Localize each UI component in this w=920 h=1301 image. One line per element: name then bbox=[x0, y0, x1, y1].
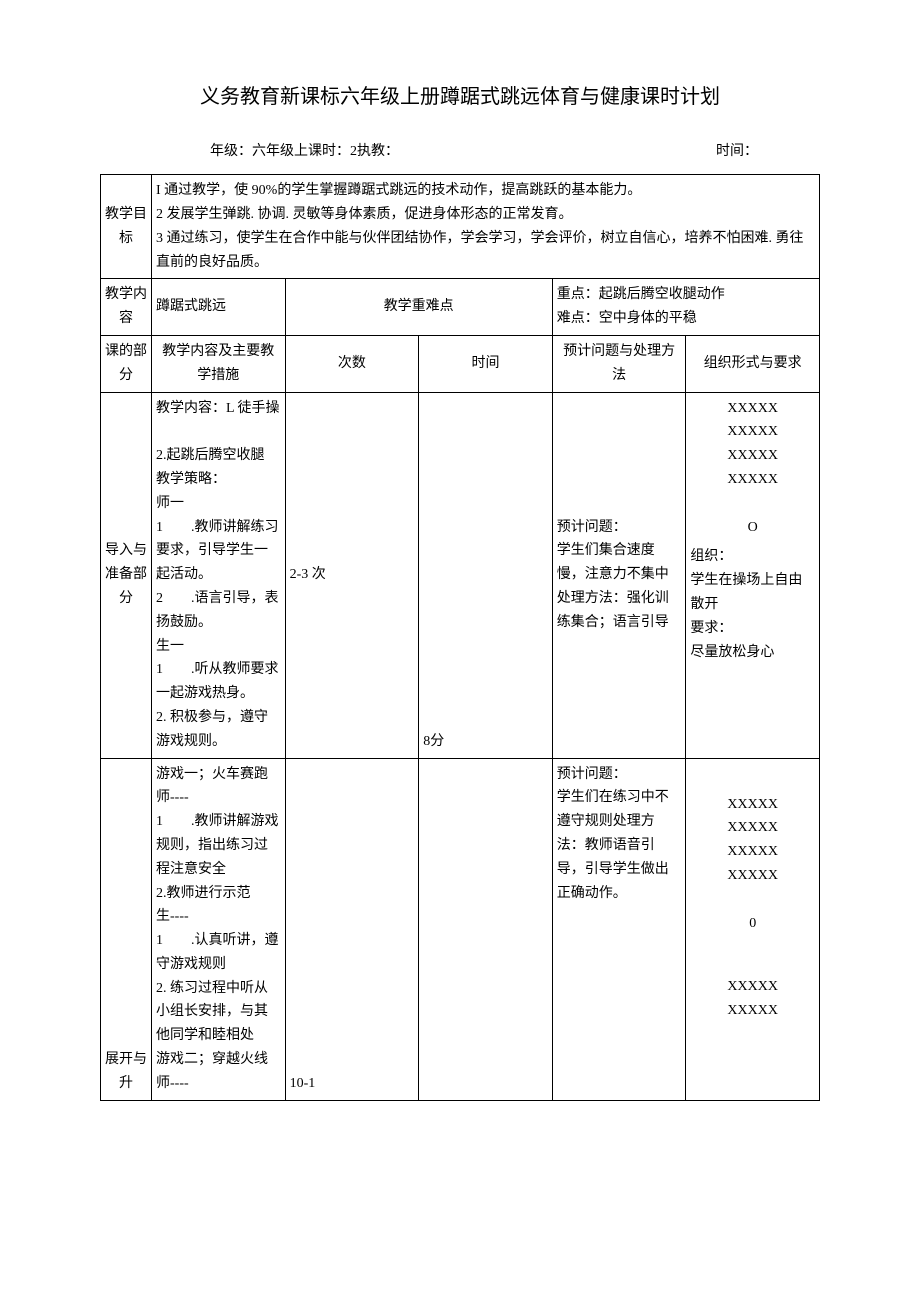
row1-part: 导入与准备部分 bbox=[101, 392, 152, 758]
goal-label: 教学目标 bbox=[101, 175, 152, 279]
part-header: 课的部分 bbox=[101, 335, 152, 392]
grade-label: 年级： bbox=[210, 144, 252, 159]
lesson-plan-table: 教学目标 I 通过教学，使 90%的学生掌握蹲踞式跳远的技术动作，提高跳跃的基本… bbox=[100, 174, 820, 1100]
count-header: 次数 bbox=[285, 335, 419, 392]
teacher-label: 执教： bbox=[357, 144, 399, 159]
content-label: 教学内容 bbox=[101, 279, 152, 336]
row1-count: 2-3 次 bbox=[285, 392, 419, 758]
grade-value: 六年级上 bbox=[252, 144, 308, 159]
row2-org-x2: XXXXX XXXXX bbox=[690, 975, 815, 1023]
row1-issues: 预计问题： 学生们集合速度慢，注意力不集中 处理方法：强化训练集合；语言引导 bbox=[552, 392, 686, 758]
row1-time: 8分 bbox=[419, 392, 553, 758]
row2-part: 展开与升 bbox=[101, 758, 152, 1100]
org-header: 组织形式与要求 bbox=[686, 335, 820, 392]
time-label: 时间： bbox=[716, 144, 758, 159]
row2-issues: 预计问题： 学生们在练习中不遵守规则处理方法：教师语音引导，引导学生做出正确动作… bbox=[552, 758, 686, 1100]
row2-org: XXXXX XXXXX XXXXX XXXXX 0 XXXXX XXXXX bbox=[686, 758, 820, 1100]
doc-title: 义务教育新课标六年级上册蹲踞式跳远体育与健康课时计划 bbox=[100, 80, 820, 109]
keypoint-label: 教学重难点 bbox=[285, 279, 552, 336]
content-text: 蹲踞式跳远 bbox=[152, 279, 286, 336]
row1-measures: 教学内容：L 徒手操 2.起跳后腾空收腿 教学策略： 师一 1 .教师讲解练习要… bbox=[152, 392, 286, 758]
measures-header: 教学内容及主要教学措施 bbox=[152, 335, 286, 392]
meta-row: 年级：六年级上课时：2执教： 时间： bbox=[210, 139, 820, 164]
row2-count: 10-1 bbox=[285, 758, 419, 1100]
keypoint-text: 重点：起跳后腾空收腿动作 难点：空中身体的平稳 bbox=[552, 279, 819, 336]
row1-org-text: 组织： 学生在操场上自由散开 要求： 尽量放松身心 bbox=[690, 545, 815, 664]
row2-time bbox=[419, 758, 553, 1100]
row2-measures: 游戏一；火车赛跑 师---- 1 .教师讲解游戏规则，指出练习过程注意安全 2.… bbox=[152, 758, 286, 1100]
lesson-value: 2 bbox=[350, 144, 357, 159]
issues-header: 预计问题与处理方法 bbox=[552, 335, 686, 392]
row1-org: XXXXX XXXXX XXXXX XXXXX O 组织： 学生在操场上自由散开… bbox=[686, 392, 820, 758]
row2-org-x1: XXXXX XXXXX XXXXX XXXXX 0 bbox=[690, 793, 815, 936]
row1-org-x: XXXXX XXXXX XXXXX XXXXX O bbox=[690, 397, 815, 540]
goal-text: I 通过教学，使 90%的学生掌握蹲踞式跳远的技术动作，提高跳跃的基本能力。 2… bbox=[152, 175, 820, 279]
lesson-label: 课时： bbox=[308, 144, 350, 159]
time-header: 时间 bbox=[419, 335, 553, 392]
